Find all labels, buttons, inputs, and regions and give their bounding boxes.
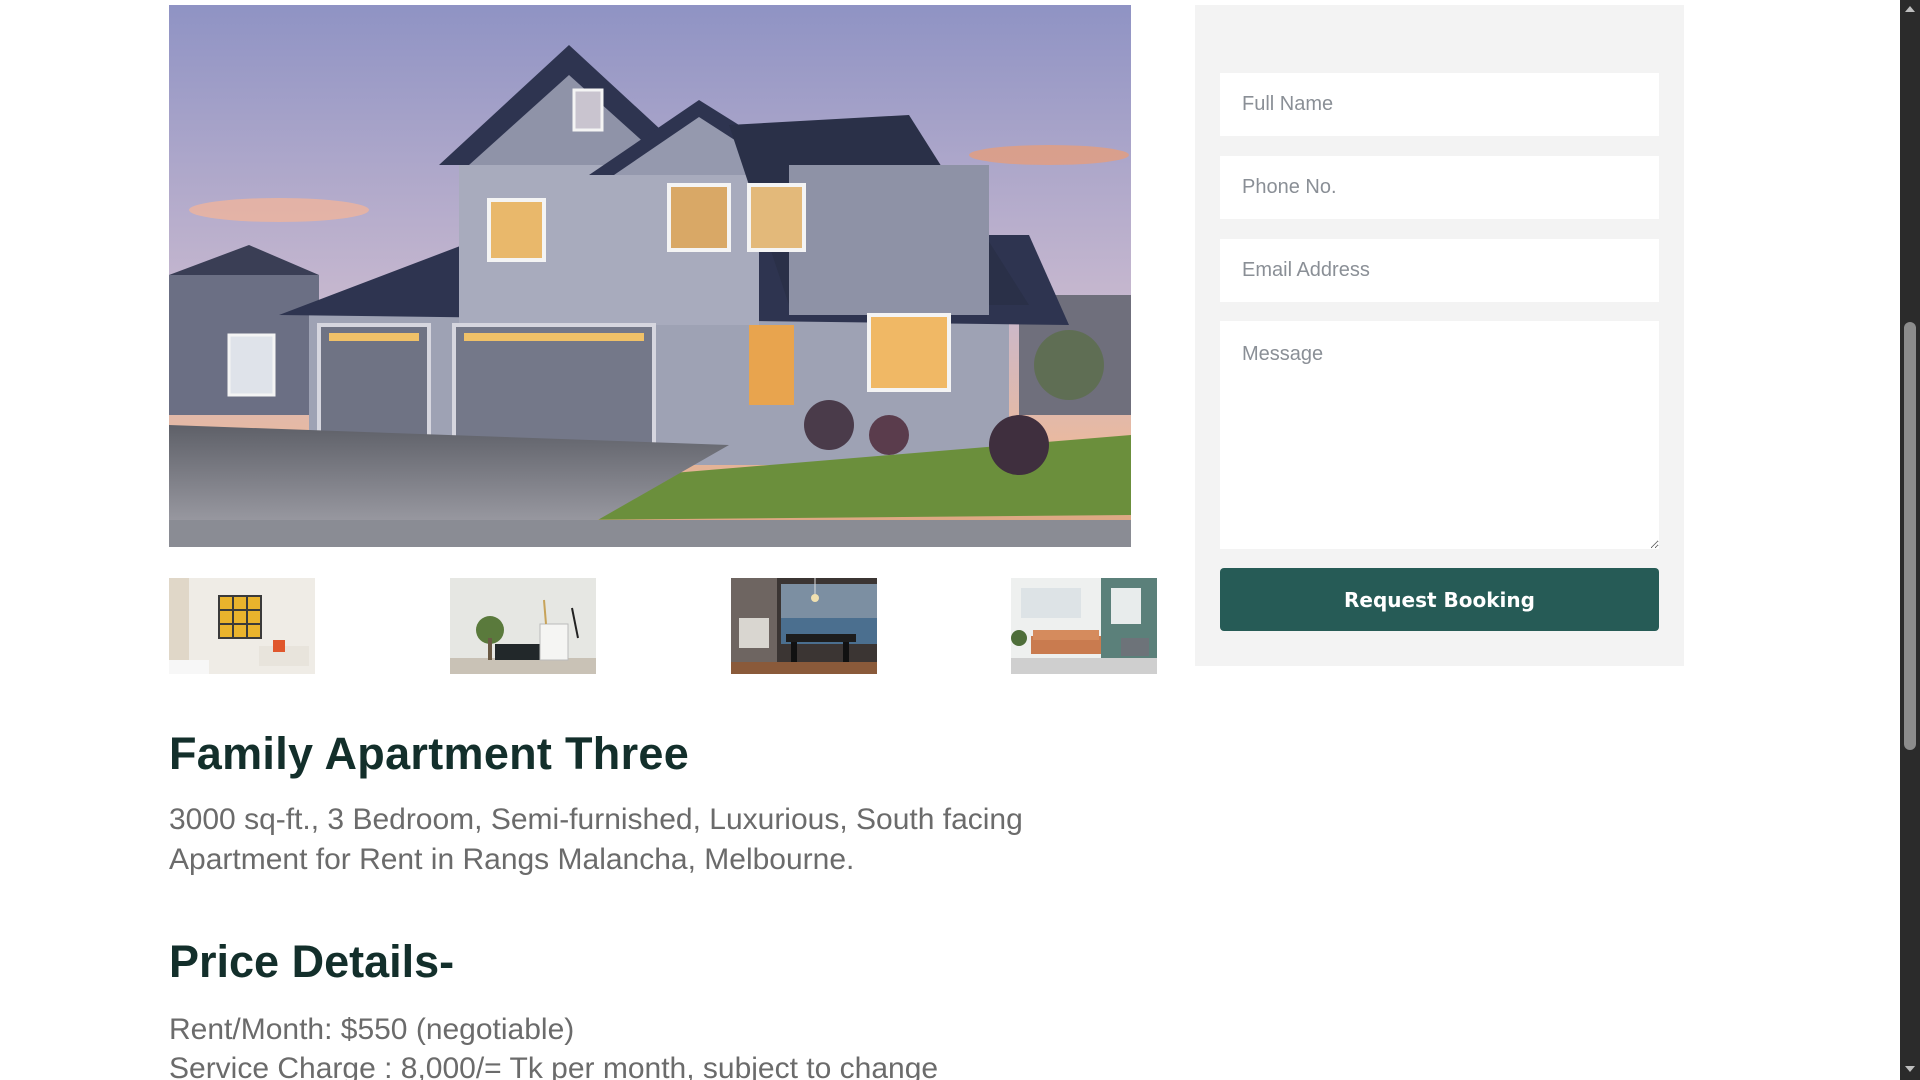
listing-description: 3000 sq-ft., 3 Bedroom, Semi-furnished, … [169, 800, 1069, 880]
open-living-photo-icon [1011, 578, 1157, 674]
booking-form: Request Booking [1195, 5, 1684, 666]
email-input[interactable] [1220, 239, 1659, 302]
listing-description-line-1: 3000 sq-ft., 3 Bedroom, Semi-furnished, … [169, 803, 1023, 836]
listing-title: Family Apartment Three [169, 728, 690, 779]
message-textarea[interactable] [1220, 321, 1659, 549]
thumbnail-gallery [169, 578, 1159, 674]
lounge-photo-icon [450, 578, 596, 674]
scroll-up-arrow-icon[interactable] [1905, 6, 1915, 12]
thumbnail-2[interactable] [450, 578, 596, 674]
price-details-heading: Price Details- [169, 936, 455, 987]
rent-per-month: Rent/Month: $550 (negotiable) [169, 1013, 575, 1046]
listing-description-line-2: Apartment for Rent in Rangs Malancha, Me… [169, 843, 855, 876]
living-room-photo-icon [169, 578, 315, 674]
service-charge: Service Charge : 8,000/= Tk per month, s… [169, 1052, 939, 1080]
scrollbar-thumb[interactable] [1904, 322, 1916, 750]
thumbnail-4[interactable] [1011, 578, 1157, 674]
scroll-down-arrow-icon[interactable] [1905, 1066, 1915, 1072]
thumbnail-3[interactable] [731, 578, 877, 674]
request-booking-button[interactable]: Request Booking [1220, 568, 1659, 631]
vertical-scrollbar[interactable] [1900, 0, 1920, 1080]
full-name-input[interactable] [1220, 73, 1659, 136]
phone-input[interactable] [1220, 156, 1659, 219]
dining-room-photo-icon [731, 578, 877, 674]
page: Family Apartment Three 3000 sq-ft., 3 Be… [0, 0, 1920, 1080]
thumbnail-1[interactable] [169, 578, 315, 674]
house-photo-icon [169, 5, 1131, 547]
main-property-photo[interactable] [169, 5, 1131, 547]
